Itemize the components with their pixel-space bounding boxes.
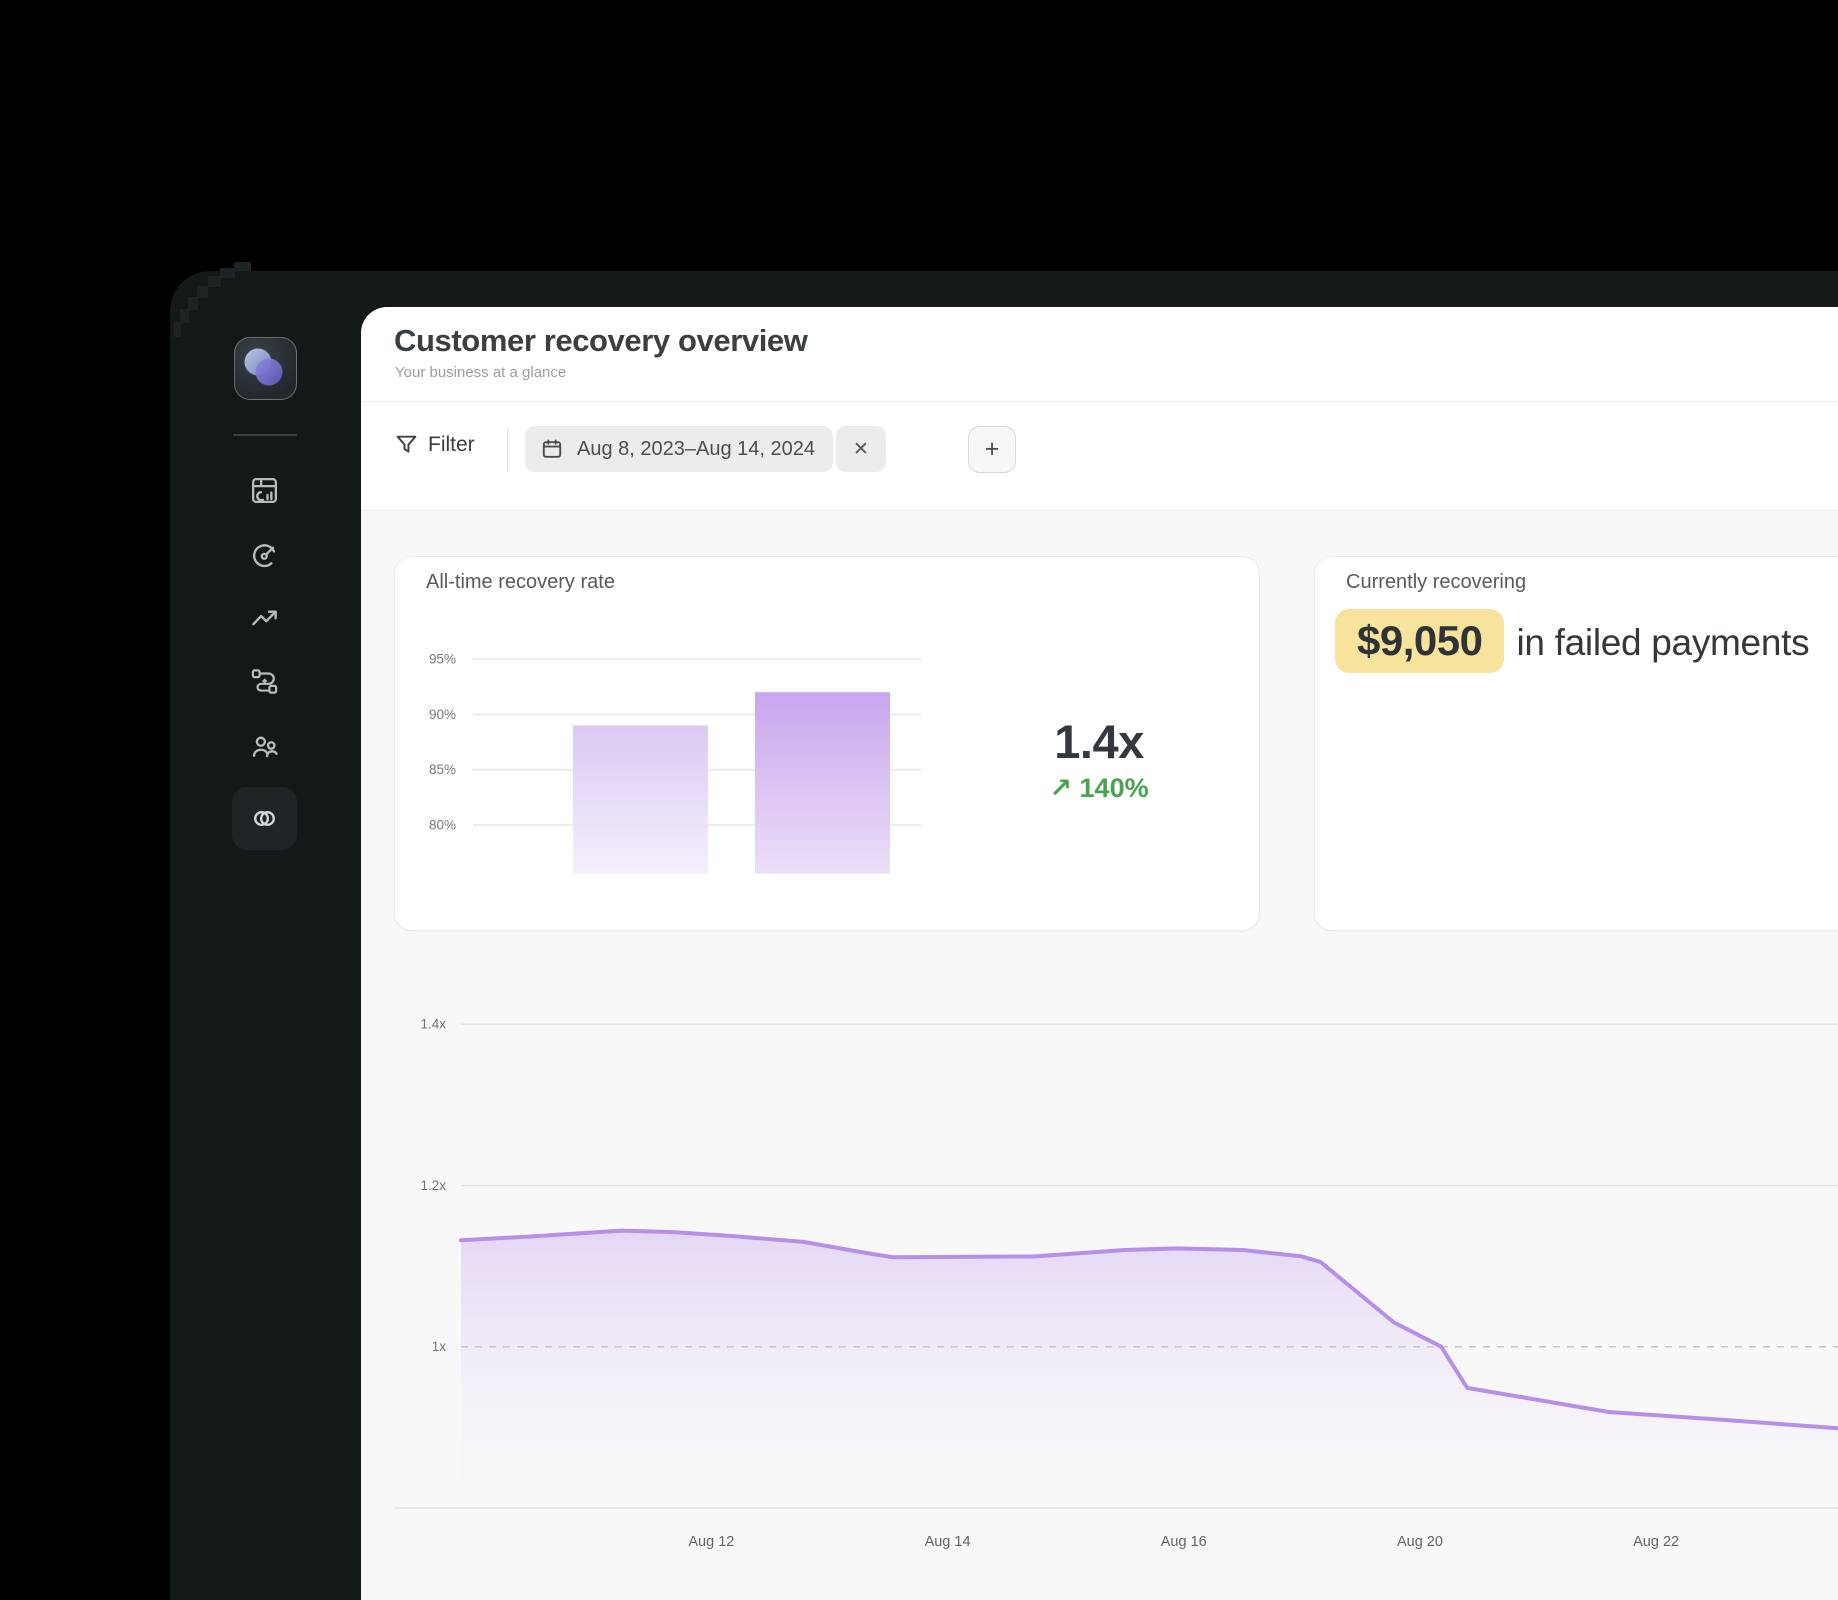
page-subtitle: Your business at a glance <box>395 364 566 381</box>
page-title: Customer recovery overview <box>394 323 807 359</box>
date-range-remove-button[interactable]: ✕ <box>836 426 886 472</box>
window-corner-step <box>174 322 181 337</box>
sidebar-divider <box>233 434 297 436</box>
currently-recovering-amount-row: $9,050 in failed payments <box>1335 609 1809 673</box>
add-filter-button[interactable]: + <box>968 426 1016 473</box>
sidebar-item-dashboard[interactable] <box>242 468 286 512</box>
area-chart-xtick-label: Aug 16 <box>1161 1534 1207 1550</box>
area-chart-fill <box>461 1231 1838 1508</box>
sidebar-item-workflows[interactable] <box>242 659 286 703</box>
workflow-loop-icon <box>249 666 280 697</box>
sidebar-item-performance[interactable] <box>242 532 286 576</box>
amount-suffix: in failed payments <box>1516 622 1809 664</box>
stat-change: ↗ 140% <box>1001 772 1197 804</box>
area-chart-xtick-label: Aug 22 <box>1633 1534 1679 1550</box>
dashboard-icon <box>249 475 280 506</box>
filter-divider <box>507 428 508 472</box>
filter-label: Filter <box>428 433 475 457</box>
bar-chart-ytick-label: 85% <box>429 762 456 777</box>
bar-chart-ytick-label: 90% <box>429 707 456 722</box>
screen: Customer recovery overview Your business… <box>0 0 1838 1600</box>
close-icon: ✕ <box>853 438 869 461</box>
window-corner-step <box>180 309 189 323</box>
date-range-value: Aug 8, 2023–Aug 14, 2024 <box>577 438 815 461</box>
recovery-multiple-area-chart: 1.4x 1.2x 1x Aug 12 Aug 14 Aug 16 Aug 20 Aug 22 <box>394 1000 1838 1560</box>
area-chart-xtick-label: Aug 14 <box>925 1534 971 1550</box>
area-chart-ytick-label: 1x <box>432 1339 447 1354</box>
app-logo[interactable] <box>234 337 297 400</box>
overlapping-circles-logo <box>235 338 296 399</box>
area-chart-ytick-label: 1.4x <box>420 1017 446 1032</box>
header-divider <box>361 401 1838 402</box>
currently-recovering-card: Currently recovering $9,050 in failed pa… <box>1314 556 1838 931</box>
bar-1 <box>573 725 708 873</box>
window-corner-step <box>197 286 208 298</box>
window-corner-step <box>188 297 198 310</box>
recovery-rate-stat: 1.4x ↗ 140% <box>1001 717 1197 804</box>
funnel-icon <box>394 432 419 457</box>
calendar-icon <box>540 437 564 461</box>
stat-change-value: 140% <box>1080 773 1149 803</box>
sidebar-item-customers[interactable] <box>242 724 286 768</box>
plus-icon: + <box>985 435 1000 464</box>
bar-chart-ytick-label: 80% <box>429 818 456 833</box>
filter-bar-divider <box>361 510 1838 511</box>
trend-up-arrow-icon: ↗ <box>1049 773 1072 803</box>
window-corner-step <box>220 268 235 278</box>
area-chart-xtick-label: Aug 20 <box>1397 1534 1443 1550</box>
window-corner-step <box>234 262 251 271</box>
users-icon <box>249 731 280 762</box>
bar-2 <box>755 692 890 873</box>
date-range-chip[interactable]: Aug 8, 2023–Aug 14, 2024 ✕ <box>525 426 886 472</box>
stat-value: 1.4x <box>1001 717 1197 767</box>
gauge-icon <box>249 539 280 570</box>
filter-button[interactable]: Filter <box>394 432 475 457</box>
recovery-rate-card: All-time recovery rate 95%90%85%80% 1.4x… <box>394 556 1260 931</box>
sidebar-item-recovery[interactable] <box>232 787 297 850</box>
venn-circles-icon <box>249 803 280 834</box>
currently-recovering-title: Currently recovering <box>1346 571 1526 594</box>
amount-highlight: $9,050 <box>1335 609 1504 673</box>
window-corner-step <box>208 276 221 287</box>
sidebar-item-trends[interactable] <box>242 595 286 639</box>
date-range-chip-body[interactable]: Aug 8, 2023–Aug 14, 2024 <box>525 426 833 472</box>
area-chart-xtick-label: Aug 12 <box>688 1534 734 1550</box>
trend-up-icon <box>249 602 280 633</box>
bar-chart-ytick-label: 95% <box>429 652 456 667</box>
area-chart-ytick-label: 1.2x <box>420 1178 446 1193</box>
